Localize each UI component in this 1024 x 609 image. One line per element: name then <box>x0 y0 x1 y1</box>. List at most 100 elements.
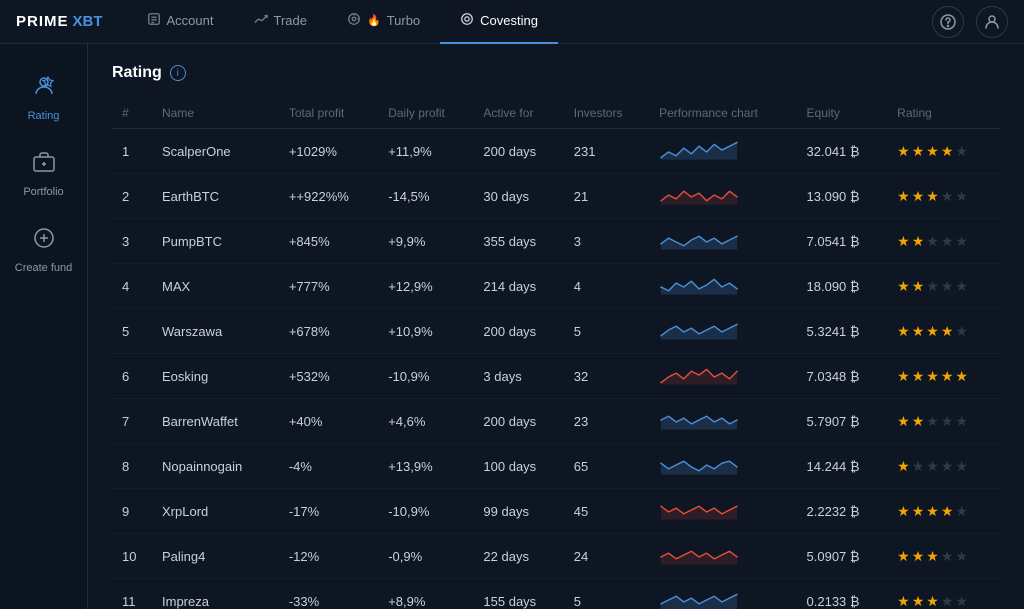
star-4: ★ <box>941 413 954 430</box>
td-active-for: 100 days <box>473 444 563 489</box>
nav-tab-covesting-icon <box>460 12 474 29</box>
star-3: ★ <box>926 188 939 205</box>
td-active-for: 99 days <box>473 489 563 534</box>
td-equity: 7.0348 ₿ <box>797 354 888 399</box>
nav-tab-turbo[interactable]: 🔥Turbo <box>327 0 440 44</box>
td-daily-profit: -0,9% <box>378 534 473 579</box>
td-chart <box>649 444 796 489</box>
nav-tab-trade[interactable]: Trade <box>234 0 327 44</box>
star-2: ★ <box>912 548 925 565</box>
star-2: ★ <box>912 593 925 609</box>
td-active-for: 214 days <box>473 264 563 309</box>
td-rating: ★★★★★ <box>887 309 1000 354</box>
logo-prime: PRIME <box>16 13 69 30</box>
star-5: ★ <box>955 143 968 160</box>
td-total-profit: ++922%% <box>279 174 378 219</box>
td-chart <box>649 129 796 174</box>
table-row[interactable]: 8 Nopainnogain -4% +13,9% 100 days 65 14… <box>112 444 1000 489</box>
star-rating: ★★★★★ <box>897 188 990 205</box>
table-row[interactable]: 4 MAX +777% +12,9% 214 days 4 18.090 ₿ ★… <box>112 264 1000 309</box>
td-equity: 5.0907 ₿ <box>797 534 888 579</box>
td-chart <box>649 579 796 609</box>
star-rating: ★★★★★ <box>897 593 990 609</box>
td-total-profit: +777% <box>279 264 378 309</box>
sidebar-item-rating[interactable]: Rating <box>4 64 84 132</box>
star-3: ★ <box>926 503 939 520</box>
td-active-for: 200 days <box>473 309 563 354</box>
td-chart <box>649 219 796 264</box>
star-3: ★ <box>926 278 939 295</box>
star-3: ★ <box>926 233 939 250</box>
table-row[interactable]: 3 PumpBTC +845% +9,9% 355 days 3 7.0541 … <box>112 219 1000 264</box>
star-1: ★ <box>897 278 910 295</box>
sidebar-item-portfolio[interactable]: Portfolio <box>4 140 84 208</box>
td-rating: ★★★★★ <box>887 354 1000 399</box>
nav-tab-account[interactable]: Account <box>127 0 234 44</box>
td-active-for: 355 days <box>473 219 563 264</box>
star-5: ★ <box>955 413 968 430</box>
td-daily-profit: -10,9% <box>378 354 473 399</box>
nav-tab-trade-icon <box>254 12 268 29</box>
sidebar-item-create-fund[interactable]: Create fund <box>4 216 84 284</box>
star-1: ★ <box>897 548 910 565</box>
star-2: ★ <box>912 368 925 385</box>
star-3: ★ <box>926 548 939 565</box>
sidebar-item-create-fund-label: Create fund <box>15 262 72 274</box>
star-4: ★ <box>941 143 954 160</box>
td-chart <box>649 174 796 219</box>
table-row[interactable]: 7 BarrenWaffet +40% +4,6% 200 days 23 5.… <box>112 399 1000 444</box>
td-equity: 32.041 ₿ <box>797 129 888 174</box>
page-header: Rating i <box>112 64 1000 82</box>
user-button[interactable] <box>976 6 1008 38</box>
nav-tab-account-icon <box>147 12 161 29</box>
star-5: ★ <box>955 458 968 475</box>
star-2: ★ <box>912 188 925 205</box>
table-row[interactable]: 1 ScalperOne +1029% +11,9% 200 days 231 … <box>112 129 1000 174</box>
td-equity: 14.244 ₿ <box>797 444 888 489</box>
td-investors: 5 <box>564 579 649 609</box>
star-2: ★ <box>912 323 925 340</box>
star-1: ★ <box>897 323 910 340</box>
table-row[interactable]: 6 Eosking +532% -10,9% 3 days 32 7.0348 … <box>112 354 1000 399</box>
td-name: EarthBTC <box>152 174 279 219</box>
table-row[interactable]: 9 XrpLord -17% -10,9% 99 days 45 2.2232 … <box>112 489 1000 534</box>
star-5: ★ <box>955 188 968 205</box>
star-3: ★ <box>926 593 939 609</box>
td-active-for: 3 days <box>473 354 563 399</box>
td-total-profit: +1029% <box>279 129 378 174</box>
nav-tab-covesting[interactable]: Covesting <box>440 0 558 44</box>
star-5: ★ <box>955 548 968 565</box>
star-rating: ★★★★★ <box>897 548 990 565</box>
td-equity: 2.2232 ₿ <box>797 489 888 534</box>
td-chart <box>649 264 796 309</box>
table-row[interactable]: 5 Warszawa +678% +10,9% 200 days 5 5.324… <box>112 309 1000 354</box>
td-num: 6 <box>112 354 152 399</box>
table-row[interactable]: 11 Impreza -33% +8,9% 155 days 5 0.2133 … <box>112 579 1000 609</box>
td-equity: 5.7907 ₿ <box>797 399 888 444</box>
table-row[interactable]: 2 EarthBTC ++922%% -14,5% 30 days 21 13.… <box>112 174 1000 219</box>
td-rating: ★★★★★ <box>887 219 1000 264</box>
td-equity: 13.090 ₿ <box>797 174 888 219</box>
td-name: BarrenWaffet <box>152 399 279 444</box>
th-active-for: Active for <box>473 98 563 129</box>
info-icon[interactable]: i <box>170 65 186 81</box>
td-name: ScalperOne <box>152 129 279 174</box>
td-daily-profit: +11,9% <box>378 129 473 174</box>
star-1: ★ <box>897 593 910 609</box>
td-chart <box>649 354 796 399</box>
nav-tab-covesting-label: Covesting <box>480 13 538 28</box>
star-4: ★ <box>941 233 954 250</box>
td-investors: 21 <box>564 174 649 219</box>
td-rating: ★★★★★ <box>887 534 1000 579</box>
help-button[interactable] <box>932 6 964 38</box>
star-2: ★ <box>912 233 925 250</box>
star-2: ★ <box>912 458 925 475</box>
td-daily-profit: +8,9% <box>378 579 473 609</box>
td-daily-profit: +10,9% <box>378 309 473 354</box>
table-row[interactable]: 10 Paling4 -12% -0,9% 22 days 24 5.0907 … <box>112 534 1000 579</box>
star-4: ★ <box>941 458 954 475</box>
th-rating: Rating <box>887 98 1000 129</box>
td-daily-profit: +13,9% <box>378 444 473 489</box>
td-investors: 32 <box>564 354 649 399</box>
td-total-profit: -33% <box>279 579 378 609</box>
